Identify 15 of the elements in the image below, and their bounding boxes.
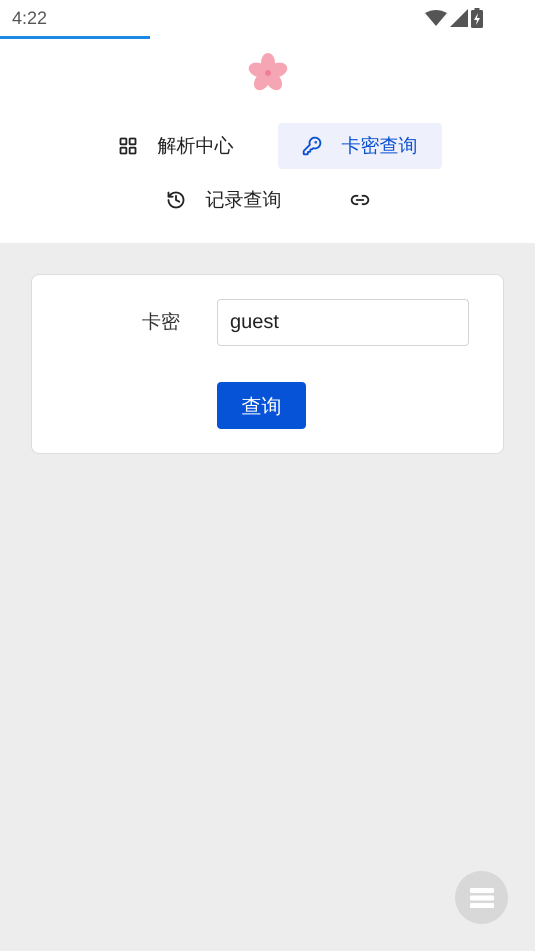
history-icon — [166, 190, 186, 210]
nav-tab[interactable]: 解析中心 — [94, 123, 258, 169]
card-key-field[interactable]: guest — [217, 299, 469, 346]
signal-icon — [450, 9, 468, 27]
nav-tab[interactable]: 卡密查询 — [278, 123, 442, 169]
nav-tab[interactable]: 记录查询 — [142, 177, 306, 223]
battery-icon — [471, 8, 483, 28]
query-button[interactable]: 查询 — [217, 382, 306, 429]
key-icon — [302, 136, 322, 156]
blossom-icon — [248, 53, 288, 93]
grid-icon — [118, 136, 138, 156]
menu-icon — [470, 888, 494, 908]
card-key-label: 卡密 — [141, 310, 180, 336]
status-time: 4:22 — [12, 6, 48, 30]
wifi-icon — [425, 10, 447, 26]
